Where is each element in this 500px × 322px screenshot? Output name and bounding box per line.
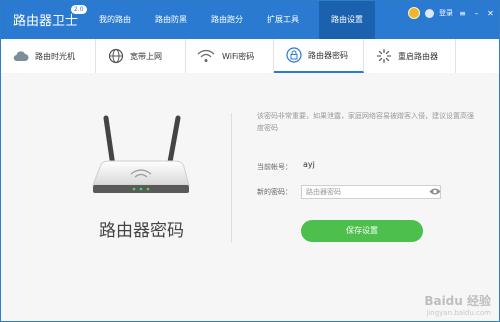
user-avatar[interactable] bbox=[425, 8, 434, 18]
subtab-broadband[interactable]: 宽带上网 bbox=[96, 39, 186, 73]
new-password-field[interactable]: 路由器密码 bbox=[301, 185, 441, 199]
medal-icon[interactable] bbox=[408, 7, 420, 19]
watermark-text: Baidu 经验 bbox=[424, 294, 491, 308]
main-panel: 路由器密码 该密码非常重要，如果泄露，家庭网络容易被蹭客入侵，建议设置高强度密码… bbox=[1, 73, 499, 321]
login-link[interactable]: 登录 bbox=[439, 8, 453, 18]
subtab-label: 重启路由器 bbox=[398, 51, 438, 61]
top-right-controls: 登录 ≡ – ✕ bbox=[408, 6, 495, 20]
baidu-watermark: Baidu 经验 jingyan.baidu.com bbox=[424, 292, 491, 317]
minimize-icon[interactable]: – bbox=[472, 9, 481, 18]
menu-icon[interactable]: ≡ bbox=[458, 9, 467, 18]
top-bar: 路由器卫士 2.0 我的路由 路由防黑 路由跑分 扩展工具 路由设置 登录 ≡ … bbox=[1, 1, 499, 39]
sub-tab-bar: 路由时光机 宽带上网 WiFi密码 路由器密码 重启路由器 bbox=[1, 39, 499, 74]
lock-icon bbox=[286, 47, 302, 63]
subtab-label: 路由器密码 bbox=[308, 50, 348, 60]
wifi-icon bbox=[197, 49, 215, 62]
subtab-time-machine[interactable]: 路由时光机 bbox=[1, 39, 96, 73]
globe-icon bbox=[108, 48, 124, 64]
eye-icon[interactable] bbox=[429, 187, 441, 196]
watermark-sub: jingyan.baidu.com bbox=[426, 309, 491, 317]
new-password-label: 新的密码： bbox=[257, 188, 292, 196]
account-value: ayj bbox=[303, 160, 315, 169]
subtab-label: 宽带上网 bbox=[130, 51, 162, 61]
restart-icon bbox=[376, 48, 392, 64]
version-badge: 2.0 bbox=[71, 5, 87, 14]
cloud-icon bbox=[13, 51, 29, 62]
subtab-restart-router[interactable]: 重启路由器 bbox=[364, 39, 456, 73]
subtab-label: 路由时光机 bbox=[35, 51, 75, 61]
router-illustration bbox=[92, 115, 190, 193]
nav-tab-anti-hack[interactable]: 路由防黑 bbox=[143, 1, 199, 39]
nav-tab-speed-score[interactable]: 路由跑分 bbox=[199, 1, 255, 39]
nav-tab-tools[interactable]: 扩展工具 bbox=[255, 1, 311, 39]
app-title: 路由器卫士 bbox=[13, 14, 79, 29]
subtab-wifi-password[interactable]: WiFi密码 bbox=[186, 39, 274, 73]
account-label: 当前帐号： bbox=[257, 163, 292, 171]
subtab-router-password[interactable]: 路由器密码 bbox=[274, 39, 364, 73]
app-window: 路由器卫士 2.0 我的路由 路由防黑 路由跑分 扩展工具 路由设置 登录 ≡ … bbox=[0, 0, 500, 322]
router-title: 路由器密码 bbox=[99, 221, 184, 241]
nav-tab-my-router[interactable]: 我的路由 bbox=[87, 1, 143, 39]
close-icon[interactable]: ✕ bbox=[486, 9, 495, 18]
save-button[interactable]: 保存设置 bbox=[301, 220, 423, 242]
divider bbox=[231, 113, 232, 243]
info-text: 该密码非常重要，如果泄露，家庭网络容易被蹭客入侵，建议设置高强度密码 bbox=[257, 112, 474, 132]
subtab-label: WiFi密码 bbox=[222, 51, 255, 61]
nav-tab-router-settings[interactable]: 路由设置 bbox=[319, 1, 375, 39]
